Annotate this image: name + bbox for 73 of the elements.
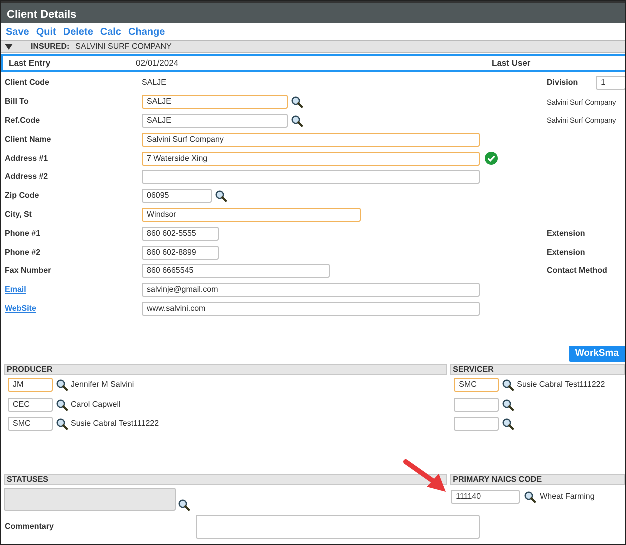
section-header: STATUSES [4, 474, 448, 485]
input-field[interactable]: salvinje@gmail.com [142, 283, 480, 298]
link[interactable]: Email [5, 285, 26, 294]
input-field[interactable]: SMC [454, 378, 500, 392]
search-icon[interactable] [178, 498, 190, 511]
search-icon[interactable] [56, 398, 68, 411]
section-header: PRODUCER [4, 364, 448, 376]
section-label: INSURED: [31, 40, 70, 52]
input-field[interactable]: 06095 [142, 189, 212, 204]
input-field[interactable]: 860 6665545 [142, 264, 330, 278]
person-name: Susie Cabral Test111222 [71, 418, 160, 430]
search-icon[interactable] [56, 418, 68, 430]
field-label: Extension [547, 246, 586, 259]
input-field[interactable]: www.salvini.com [142, 302, 480, 316]
field-label: Last User [492, 56, 531, 70]
field-label: Address #2 [4, 171, 50, 184]
field-label: Address #1 [4, 152, 50, 165]
naics-description: Wheat Farming [540, 490, 595, 503]
toolbar-link[interactable]: Change [128, 25, 166, 38]
input-field[interactable]: JM [8, 378, 53, 392]
input-field[interactable]: Salvini Surf Company [142, 132, 480, 147]
input-field[interactable] [454, 398, 500, 412]
field-label: Bill To [4, 96, 30, 108]
search-icon[interactable] [291, 114, 303, 127]
toolbar-link[interactable]: Calc [100, 25, 122, 38]
collapse-icon[interactable] [5, 44, 13, 50]
field-label: Extension [547, 228, 586, 240]
last-entry-date: 02/01/2024 [136, 56, 180, 70]
field-label: Ref.Code [4, 114, 42, 127]
search-icon[interactable] [502, 379, 514, 392]
input-field[interactable] [142, 170, 480, 184]
search-icon[interactable] [502, 418, 514, 430]
toolbar-link[interactable]: Delete [63, 25, 94, 38]
section-header: SERVICER [450, 364, 625, 376]
toolbar-link[interactable]: Quit [36, 25, 56, 38]
toolbar-link[interactable]: Save [6, 25, 30, 38]
input-field[interactable]: 860 602-5555 [142, 226, 219, 241]
field-label: Last Entry [8, 56, 52, 70]
search-icon[interactable] [215, 190, 227, 202]
insured-name: SALVINI SURF COMPANY [76, 40, 172, 52]
input-field[interactable]: SMC [8, 417, 53, 432]
input-field[interactable]: Windsor [142, 208, 361, 222]
annotation-arrow [403, 459, 447, 493]
field-value: SALJE [142, 77, 166, 90]
field-label: Client Name [4, 134, 52, 146]
input-field[interactable]: 860 602-8899 [142, 246, 219, 260]
input-field[interactable]: 1 [596, 76, 625, 90]
search-icon[interactable] [291, 96, 303, 108]
field-label: Phone #2 [4, 246, 42, 259]
link[interactable]: WebSite [5, 304, 36, 313]
field-label: Fax Number [4, 265, 52, 278]
field-label: Commentary [4, 520, 55, 533]
field-label: City, St [4, 208, 33, 221]
field-label: Contact Method [547, 265, 608, 278]
section-header: PRIMARY NAICS CODE [450, 474, 625, 485]
field-label: Zip Code [4, 190, 40, 202]
person-name: Carol Capwell [71, 398, 121, 411]
field-label: Client Code [4, 77, 50, 90]
input-field[interactable]: 111140 [451, 490, 520, 504]
person-name: Susie Cabral Test111222 [517, 379, 606, 392]
input-field[interactable]: SALJE [142, 95, 288, 110]
field-label: Division [547, 77, 578, 90]
field-label: Phone #1 [4, 228, 42, 240]
search-icon[interactable] [502, 398, 514, 411]
input-field[interactable] [454, 417, 500, 432]
comment-field[interactable] [196, 514, 480, 539]
input-field[interactable]: 7 Waterside Xing [142, 152, 480, 166]
person-name: Jennifer M Salvini [71, 379, 134, 392]
input-field[interactable]: CEC [8, 398, 53, 412]
search-icon[interactable] [524, 490, 536, 503]
search-icon[interactable] [56, 379, 68, 392]
window-title: Client Details [1, 1, 625, 23]
input-field[interactable]: SALJE [142, 114, 288, 128]
